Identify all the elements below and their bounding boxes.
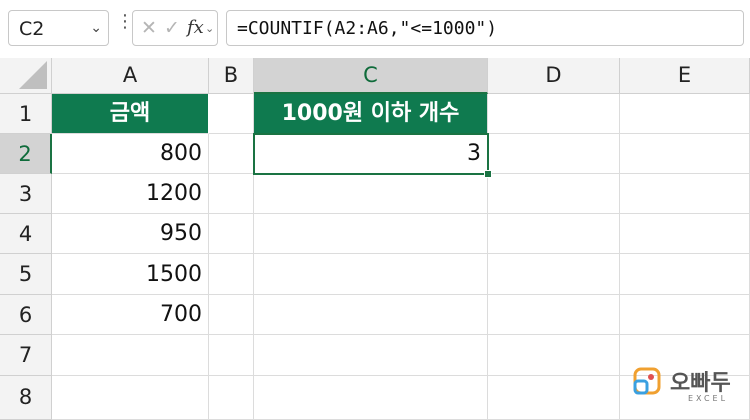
cell-c1-header[interactable]: 1000원 이하 개수 bbox=[254, 94, 488, 134]
row-header-6[interactable]: 6 bbox=[0, 295, 52, 335]
fill-handle[interactable] bbox=[484, 170, 492, 178]
cell-d1[interactable] bbox=[488, 94, 620, 134]
cell-b5[interactable] bbox=[209, 254, 254, 295]
watermark-brand: 오빠두 bbox=[670, 371, 731, 396]
select-all-button[interactable] bbox=[0, 58, 52, 94]
watermark-sub: EXCEL bbox=[688, 394, 729, 403]
brand-logo-icon bbox=[633, 367, 661, 395]
select-all-icon bbox=[19, 61, 47, 89]
cell-b3[interactable] bbox=[209, 174, 254, 214]
enter-check-icon[interactable]: ✓ bbox=[164, 17, 180, 39]
row-header-4[interactable]: 4 bbox=[0, 214, 52, 254]
cell-e3[interactable] bbox=[620, 174, 750, 214]
formula-bar: C2 ⌄ ⋮ ✕ ✓ fx ⌄ =COUNTIF(A2:A6,"<=1000") bbox=[0, 0, 750, 59]
cell-a8[interactable] bbox=[52, 376, 209, 420]
cell-e5[interactable] bbox=[620, 254, 750, 295]
cell-e4[interactable] bbox=[620, 214, 750, 254]
cell-b1[interactable] bbox=[209, 94, 254, 134]
formula-controls: ✕ ✓ fx ⌄ bbox=[132, 10, 218, 46]
cell-d8[interactable] bbox=[488, 376, 620, 420]
column-header-b[interactable]: B bbox=[209, 58, 254, 94]
chevron-down-icon[interactable]: ⌄ bbox=[205, 22, 214, 35]
cell-d4[interactable] bbox=[488, 214, 620, 254]
formula-text: =COUNTIF(A2:A6,"<=1000") bbox=[237, 18, 498, 39]
row-header-3[interactable]: 3 bbox=[0, 174, 52, 214]
cell-b4[interactable] bbox=[209, 214, 254, 254]
cell-c8[interactable] bbox=[254, 376, 488, 420]
cell-e6[interactable] bbox=[620, 295, 750, 335]
cell-b8[interactable] bbox=[209, 376, 254, 420]
cell-c6[interactable] bbox=[254, 295, 488, 335]
row-header-7[interactable]: 7 bbox=[0, 335, 52, 376]
cell-e1[interactable] bbox=[620, 94, 750, 134]
cell-a4[interactable]: 950 bbox=[52, 214, 209, 254]
cell-b2[interactable] bbox=[209, 134, 254, 174]
insert-function-icon[interactable]: fx bbox=[187, 17, 204, 38]
cell-b6[interactable] bbox=[209, 295, 254, 335]
column-header-e[interactable]: E bbox=[620, 58, 750, 94]
cell-d2[interactable] bbox=[488, 134, 620, 174]
column-header-d[interactable]: D bbox=[488, 58, 620, 94]
cell-d5[interactable] bbox=[488, 254, 620, 295]
cell-d3[interactable] bbox=[488, 174, 620, 214]
cell-a5[interactable]: 1500 bbox=[52, 254, 209, 295]
row-header-5[interactable]: 5 bbox=[0, 254, 52, 295]
column-header-c[interactable]: C bbox=[254, 58, 488, 94]
row-header-1[interactable]: 1 bbox=[0, 94, 52, 134]
cell-c7[interactable] bbox=[254, 335, 488, 376]
cell-c3[interactable] bbox=[254, 174, 488, 214]
chevron-down-icon[interactable]: ⌄ bbox=[90, 20, 102, 36]
cell-c2[interactable]: 3 bbox=[254, 134, 488, 174]
cell-a6[interactable]: 700 bbox=[52, 295, 209, 335]
cell-b7[interactable] bbox=[209, 335, 254, 376]
formula-input[interactable]: =COUNTIF(A2:A6,"<=1000") bbox=[226, 10, 744, 46]
watermark: 오빠두 EXCEL bbox=[632, 364, 742, 410]
row-header-8[interactable]: 8 bbox=[0, 376, 52, 420]
cell-c4[interactable] bbox=[254, 214, 488, 254]
name-box[interactable]: C2 ⌄ bbox=[8, 10, 109, 46]
cell-d7[interactable] bbox=[488, 335, 620, 376]
row-header-2[interactable]: 2 bbox=[0, 134, 52, 174]
cell-a1-header[interactable]: 금액 bbox=[52, 94, 209, 134]
cell-d6[interactable] bbox=[488, 295, 620, 335]
cell-a3[interactable]: 1200 bbox=[52, 174, 209, 214]
cell-e2[interactable] bbox=[620, 134, 750, 174]
cell-a7[interactable] bbox=[52, 335, 209, 376]
cell-a2[interactable]: 800 bbox=[52, 134, 209, 174]
column-header-a[interactable]: A bbox=[52, 58, 209, 94]
cancel-icon[interactable]: ✕ bbox=[141, 17, 157, 39]
name-box-value: C2 bbox=[19, 18, 45, 40]
cell-c5[interactable] bbox=[254, 254, 488, 295]
